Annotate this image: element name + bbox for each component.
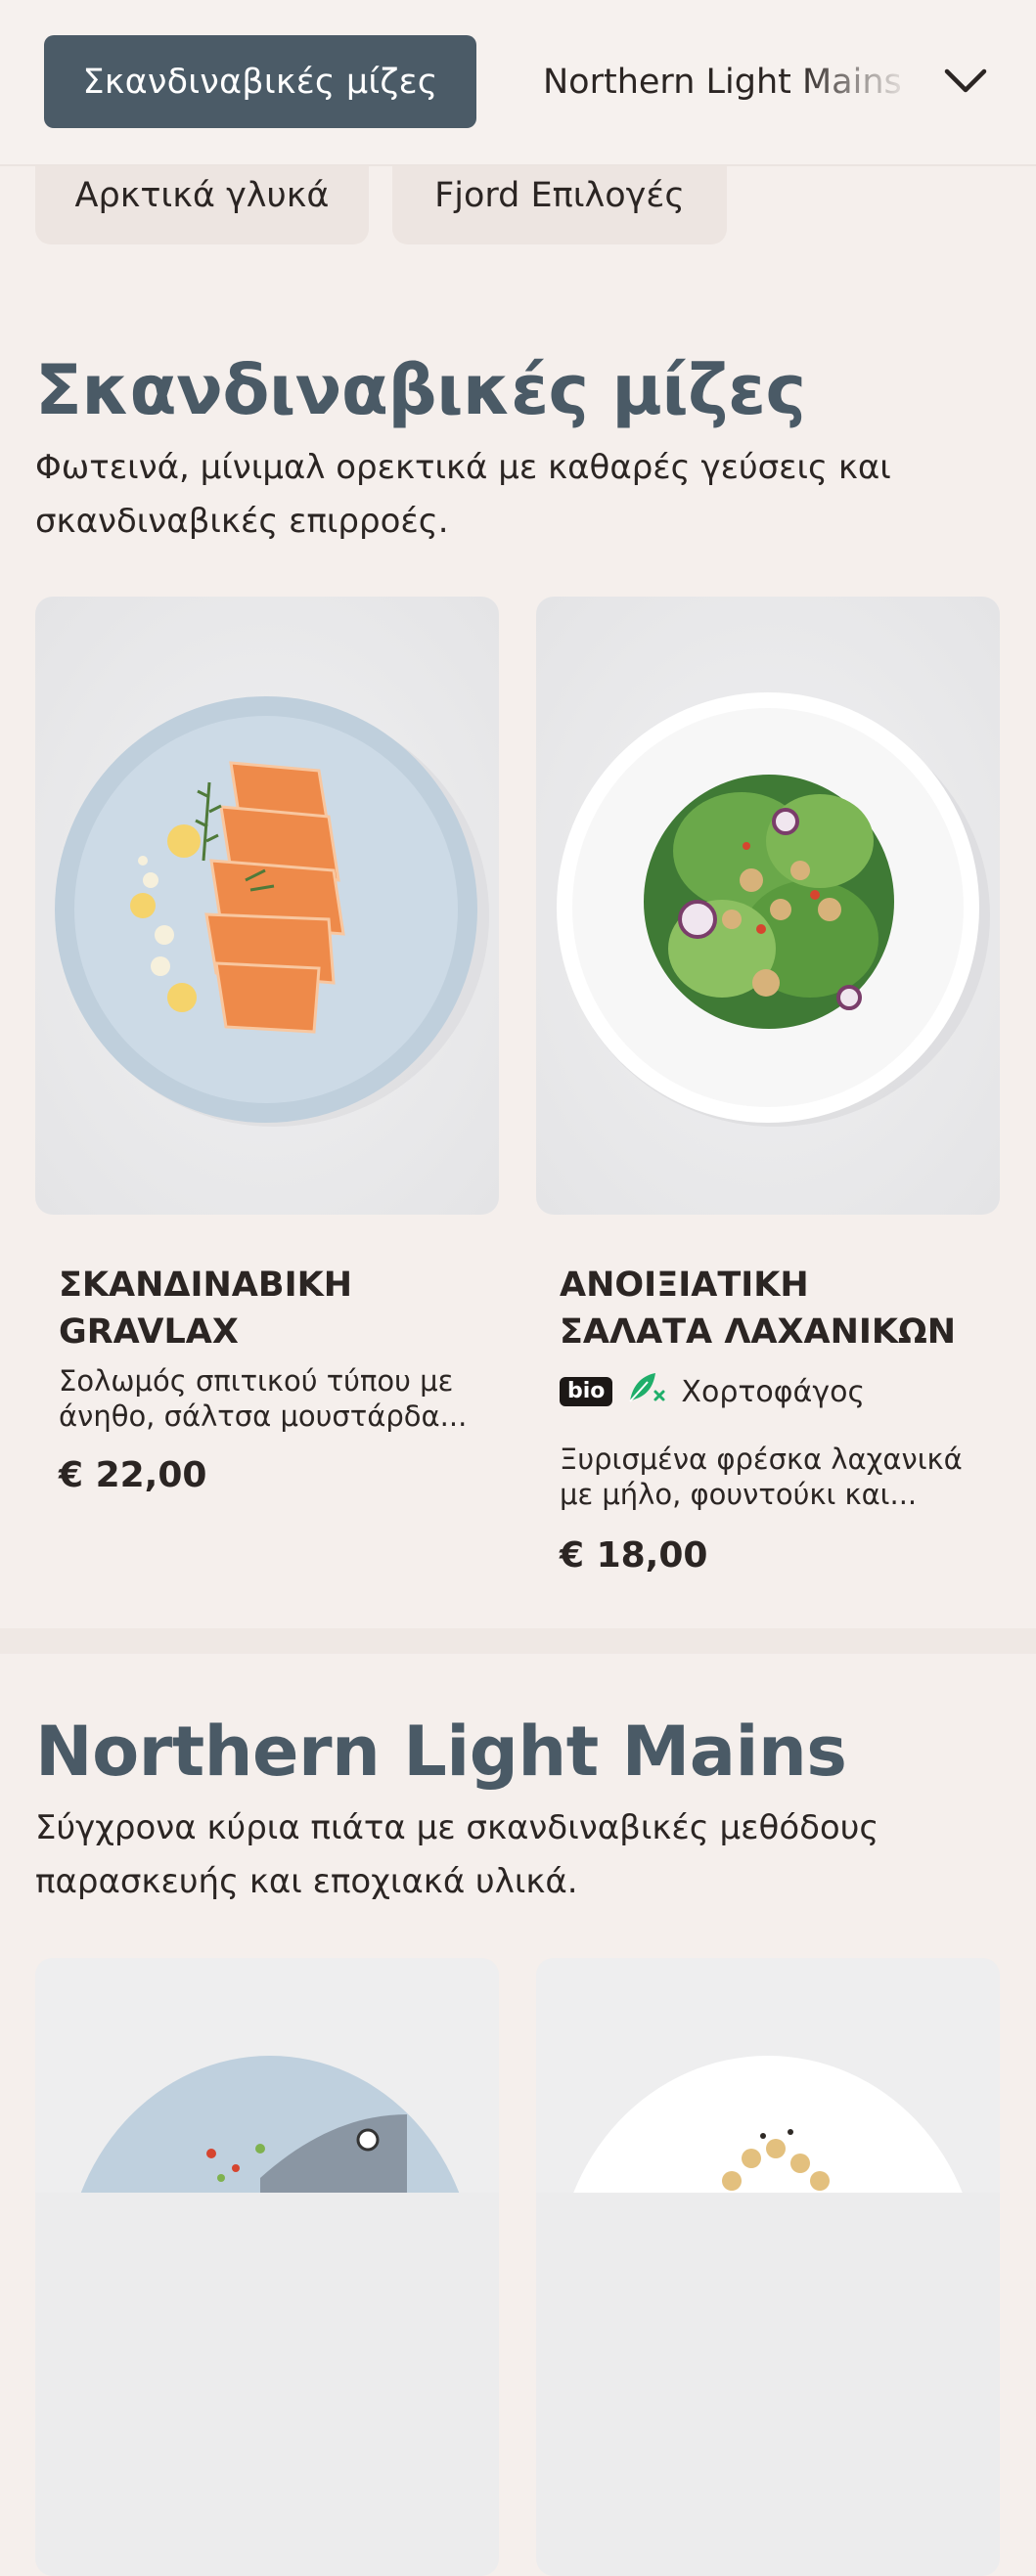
tab-fade-overlay bbox=[797, 0, 934, 162]
dish-image-grain-main[interactable] bbox=[536, 1958, 1000, 2576]
category-tab-active[interactable]: Σκανδιναβικές μίζες bbox=[44, 35, 476, 128]
dish-image-fish-main[interactable] bbox=[35, 1958, 499, 2576]
dish-description: Σολωμός σπιτικού τύπου με άνηθο, σάλτσα … bbox=[59, 1364, 468, 1433]
section-title: Σκανδιναβικές μίζες bbox=[35, 350, 806, 430]
vegetarian-label: Χορτοφάγος bbox=[681, 1374, 866, 1409]
dish-description: Ξυρισμένα φρέσκα λαχανικά με μήλο, φουντ… bbox=[560, 1443, 963, 1511]
section-divider bbox=[0, 1628, 1036, 1654]
section-title: Northern Light Mains bbox=[35, 1711, 847, 1792]
category-navbar: Σκανδιναβικές μίζες Northern Light Mains bbox=[0, 0, 1036, 166]
dish-price: € 18,00 bbox=[560, 1535, 708, 1576]
dish-name[interactable]: ΑΝΟΙΞΙΑΤΙΚΗ ΣΑΛΑΤΑ ΛΑΧΑΝΙΚΩΝ bbox=[560, 1262, 970, 1355]
section-description: Σύγχρονα κύρια πιάτα με σκανδιναβικές με… bbox=[35, 1808, 879, 1901]
bio-badge: bio bbox=[560, 1377, 613, 1406]
dish-badges: bio Χορτοφάγος bbox=[560, 1370, 865, 1413]
dish-image-gravlax[interactable] bbox=[35, 597, 499, 1215]
vegetarian-leaf-icon bbox=[626, 1370, 667, 1413]
dish-name[interactable]: ΣΚΑΝΔΙΝΑΒΙΚΗ GRAVLAX bbox=[59, 1262, 470, 1355]
dish-image-spring-salad[interactable] bbox=[536, 597, 1000, 1215]
dish-price: € 22,00 bbox=[59, 1455, 207, 1495]
chevron-down-icon[interactable] bbox=[941, 57, 990, 106]
section-description: Φωτεινά, μίνιμαλ ορεκτικά με καθαρές γεύ… bbox=[35, 448, 891, 541]
